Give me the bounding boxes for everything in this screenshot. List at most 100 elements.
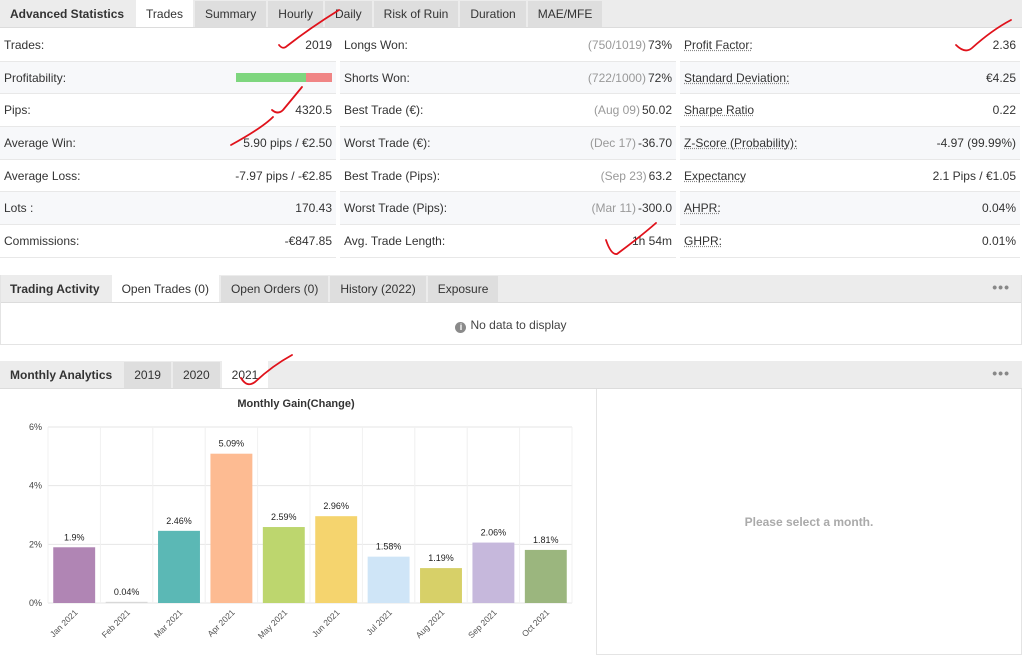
- stat-value: 2019: [305, 37, 332, 52]
- stat-value-wrap: (Mar 11) -300.0: [592, 201, 672, 215]
- stat-value: 50.02: [641, 103, 672, 118]
- monthly-tabbar: Monthly Analytics 2019 2020 2021 •••: [0, 361, 1022, 389]
- stat-label: Commissions:: [4, 233, 80, 248]
- stat-label[interactable]: Sharpe Ratio: [684, 103, 754, 117]
- data-label: 1.19%: [428, 553, 454, 563]
- profitability-win-segment: [236, 72, 307, 82]
- x-tick-label: Sep 2021: [466, 607, 499, 640]
- stat-value: 1h 54m: [631, 233, 672, 248]
- stat-row-lots: Lots : 170.43: [0, 192, 336, 226]
- x-tick-label: Jun 2021: [310, 607, 342, 639]
- stat-row-shorts-won: Shorts Won: (722/1000) 72%: [340, 61, 676, 95]
- stat-value-wrap: (Aug 09) 50.02: [594, 103, 672, 117]
- stat-label: Average Win:: [4, 135, 76, 150]
- stats-grid: Trades: 2019 Profitability: Pips: 4320.5 Aver…: [0, 29, 1022, 259]
- tab-risk-of-ruin[interactable]: Risk of Ruin: [373, 1, 459, 27]
- stat-value-wrap: 1h 54m: [630, 234, 672, 248]
- stat-label[interactable]: Z-Score (Probability):: [684, 136, 797, 150]
- tab-summary[interactable]: Summary: [194, 1, 267, 27]
- no-data-text: No data to display: [470, 318, 567, 332]
- bar-may-2021: [262, 527, 305, 603]
- stat-value-wrap: 0.04%: [982, 201, 1016, 215]
- monthly-gain-chart: Monthly Gain(Change) 0% 2% 4% 6% 1.9% Jan 2021…: [0, 389, 596, 666]
- tab-duration[interactable]: Duration: [460, 1, 526, 27]
- stat-row-pips: Pips: 4320.5: [0, 94, 336, 128]
- tab-mae-mfe[interactable]: MAE/MFE: [527, 1, 603, 27]
- info-icon: i: [455, 322, 467, 333]
- data-label: 2.96%: [323, 501, 349, 511]
- stat-value: -36.70: [637, 135, 672, 150]
- stat-label[interactable]: Profit Factor:: [684, 38, 753, 52]
- stat-value-wrap: (750/1019) 73%: [588, 38, 672, 52]
- tab-2021[interactable]: 2021: [221, 361, 269, 388]
- stat-label: Best Trade (€):: [344, 103, 424, 118]
- stat-value-wrap: -4.97 (99.99%): [937, 136, 1016, 150]
- tab-trades[interactable]: Trades: [136, 0, 193, 27]
- advanced-statistics-section-title: Advanced Statistics: [10, 7, 125, 21]
- stat-value: 4320.5: [295, 103, 332, 118]
- stat-value-wrap: (Dec 17) -36.70: [590, 136, 672, 150]
- stat-value-wrap: 4320.5: [295, 103, 332, 117]
- x-tick-label: May 2021: [256, 607, 290, 641]
- data-label: 5.09%: [219, 439, 245, 449]
- stat-value-wrap: 0.01%: [982, 234, 1016, 248]
- stat-label: Worst Trade (Pips):: [344, 201, 448, 216]
- stat-row-average-win: Average Win: 5.90 pips / €2.50: [0, 127, 336, 160]
- stat-value-wrap: (722/1000) 72%: [588, 71, 672, 85]
- data-label: 2.06%: [481, 528, 507, 538]
- stat-label[interactable]: Standard Deviation:: [684, 71, 789, 85]
- x-tick-label: Jul 2021: [364, 607, 394, 637]
- tab-2020[interactable]: 2020: [172, 362, 220, 388]
- bar-jan-2021: [53, 547, 96, 603]
- stat-value-wrap: 2.1 Pips / €1.05: [933, 169, 1016, 183]
- stat-value: 2.36: [992, 37, 1016, 52]
- bar-apr-2021: [210, 453, 253, 603]
- stat-row-longs-won: Longs Won: (750/1019) 73%: [340, 29, 676, 62]
- data-label: 2.59%: [271, 512, 297, 522]
- stat-value: 2.1 Pips / €1.05: [932, 168, 1016, 183]
- stat-row-best-trade: Best Trade (€): (Aug 09) 50.02: [340, 94, 676, 128]
- stat-value: 0.22: [992, 103, 1016, 118]
- chart-svg: Monthly Gain(Change) 0% 2% 4% 6% 1.9% Jan 2021…: [29, 398, 573, 641]
- stat-row-best-trade-pips: Best Trade (Pips): (Sep 23) 63.2: [340, 160, 676, 193]
- stat-value-wrap: -7.97 pips / -€2.85: [235, 169, 332, 183]
- stat-row-worst-trade: Worst Trade (€): (Dec 17) -36.70: [340, 127, 676, 160]
- month-detail-panel: Please select a month.: [596, 389, 1022, 655]
- tab-daily[interactable]: Daily: [324, 1, 372, 27]
- stat-date: (Dec 17): [589, 135, 636, 150]
- bar-jun-2021: [315, 516, 358, 603]
- tab-2019[interactable]: 2019: [124, 362, 171, 388]
- data-label: 1.9%: [64, 532, 85, 542]
- y-tick-label: 4%: [29, 481, 42, 491]
- stat-value-wrap: [236, 71, 332, 85]
- stat-row-profit-factor: Profit Factor: 2.36: [680, 29, 1020, 62]
- stat-row-avg-trade-length: Avg. Trade Length: 1h 54m: [340, 225, 676, 258]
- stat-row-worst-trade-pips: Worst Trade (Pips): (Mar 11) -300.0: [340, 192, 676, 226]
- stat-label[interactable]: Expectancy: [684, 169, 746, 183]
- monthly-analytics-section-title: Monthly Analytics: [10, 368, 113, 382]
- x-tick-label: Aug 2021: [414, 607, 447, 640]
- monthly-more-icon[interactable]: •••: [992, 365, 1010, 381]
- stat-value-wrap: 5.90 pips / €2.50: [243, 136, 332, 150]
- stat-label: Avg. Trade Length:: [344, 233, 446, 248]
- tab-hourly[interactable]: Hourly: [268, 1, 323, 27]
- stat-date: (722/1000): [587, 70, 646, 85]
- bar-mar-2021: [158, 530, 200, 603]
- stat-row-z-score-probability: Z-Score (Probability): -4.97 (99.99%): [680, 127, 1020, 160]
- stat-label[interactable]: AHPR:: [684, 201, 721, 215]
- bar-aug-2021: [420, 568, 462, 603]
- stat-row-trades: Trades: 2019: [0, 29, 336, 62]
- data-label: 2.46%: [166, 516, 192, 526]
- stats-column-2: Longs Won: (750/1019) 73% Shorts Won: (722/1…: [340, 29, 676, 258]
- stat-label: Longs Won:: [344, 37, 408, 52]
- x-tick-label: Feb 2021: [100, 607, 133, 640]
- stat-value: 5.90 pips / €2.50: [243, 135, 332, 150]
- stat-value: 0.01%: [981, 233, 1016, 248]
- stat-row-expectancy: Expectancy 2.1 Pips / €1.05: [680, 160, 1020, 193]
- stat-value: -€847.85: [284, 233, 332, 248]
- stat-row-ahpr: AHPR: 0.04%: [680, 192, 1020, 226]
- bar-sep-2021: [472, 542, 515, 603]
- y-tick-label: 2%: [29, 539, 42, 549]
- y-tick-label: 0%: [29, 598, 42, 608]
- stat-label[interactable]: GHPR:: [684, 234, 722, 248]
